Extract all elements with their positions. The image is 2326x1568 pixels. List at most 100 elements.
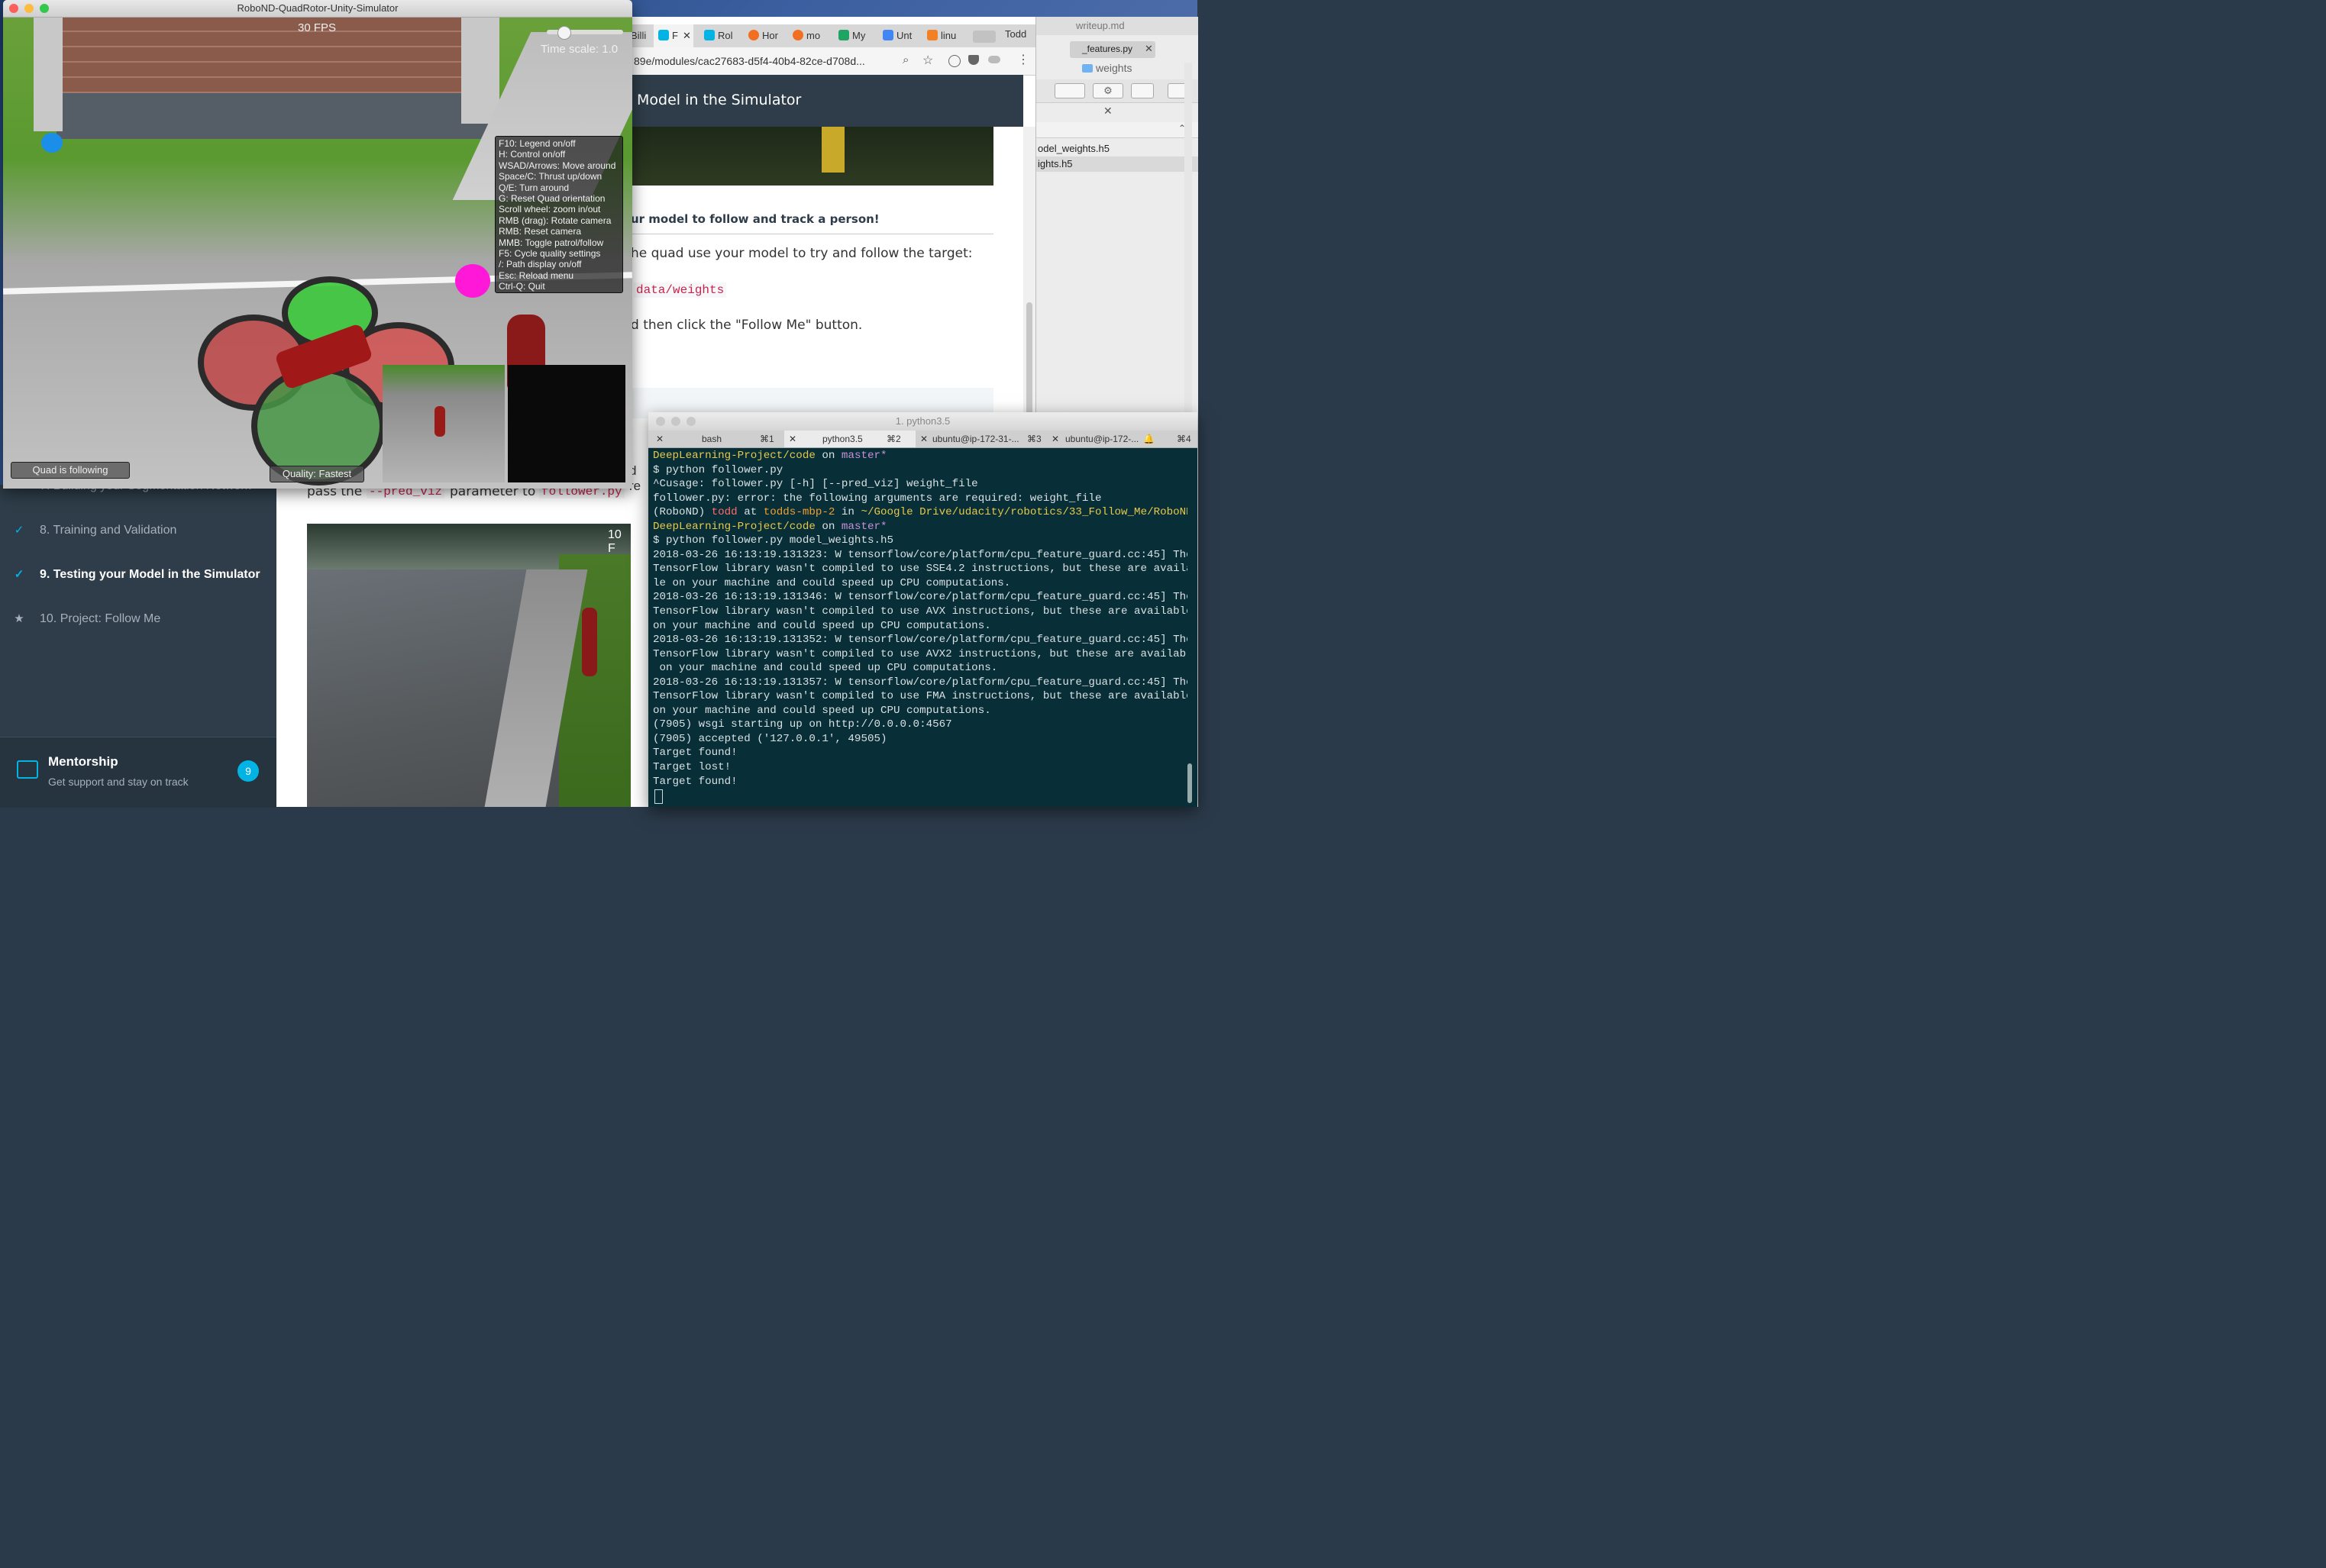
terminal-line: TensorFlow library wasn't compiled to us…	[653, 562, 1187, 576]
sidebar-item[interactable]: ★ 10. Project: Follow Me	[0, 604, 276, 634]
time-scale-slider[interactable]	[547, 26, 623, 40]
lesson-content-lower: pass the --pred_viz parameter to followe…	[276, 463, 641, 807]
terminal-tab[interactable]: ✕ ubuntu@ip-172-31-... ⌘3	[916, 431, 1047, 447]
browser-tab[interactable]: linu	[922, 24, 965, 47]
new-tab-button[interactable]	[973, 31, 996, 43]
tab-shortcut: ⌘1	[760, 434, 774, 444]
terminal-line: DeepLearning-Project/code on master*	[653, 520, 1187, 534]
finder-tab[interactable]: _features.py ✕	[1070, 41, 1155, 58]
legend-line: /: Path display on/off	[499, 259, 582, 270]
terminal-tab[interactable]: ✕ ubuntu@ip-172-... 🔔 ⌘4	[1047, 431, 1197, 447]
terminal-tab-active[interactable]: ✕ python3.5 ⌘2	[784, 431, 916, 447]
browser-tab-active[interactable]: F ✕	[654, 24, 693, 47]
tab-label: Unt	[896, 30, 913, 41]
sidebar-item-label: 8. Training and Validation	[40, 524, 177, 537]
image-fps-label: 10 F	[608, 528, 622, 555]
pocket-icon[interactable]	[968, 55, 979, 65]
simulator-viewport[interactable]: 30 FPS Time scale: 1.0 F10: Legend on/of…	[3, 17, 632, 489]
mentorship-panel[interactable]: Mentorship Get support and stay on track…	[0, 737, 276, 808]
browser-tab[interactable]: My	[834, 24, 877, 47]
mentorship-title: Mentorship	[48, 754, 118, 769]
drive-icon	[838, 30, 849, 40]
share-icon[interactable]	[1131, 83, 1154, 98]
legend-line: H: Control on/off	[499, 149, 566, 160]
segmentation-feed	[508, 365, 625, 482]
terminal-line: TensorFlow library wasn't compiled to us…	[653, 605, 1187, 619]
terminal-text: 2018-03-26 16:13:19.131323: W tensorflow…	[653, 548, 1187, 561]
chat-icon	[17, 760, 38, 779]
lesson-header: Model in the Simulator	[631, 75, 1023, 127]
terminal-text: in	[835, 506, 861, 519]
profile-button[interactable]: Todd	[1005, 28, 1026, 40]
terminal-line: TensorFlow library wasn't compiled to us…	[653, 647, 1187, 662]
terminal-text: at	[737, 506, 764, 519]
tab-label: mo	[806, 30, 821, 41]
tab-label: My	[852, 30, 866, 41]
legend-line: Q/E: Turn around	[499, 182, 570, 193]
terminal-text: on	[815, 520, 842, 533]
window-title: RoboND-QuadRotor-Unity-Simulator	[237, 2, 399, 14]
zoom-icon[interactable]: ⌕	[903, 53, 909, 66]
browser-tab[interactable]: Unt	[878, 24, 921, 47]
tab-label: ubuntu@ip-172-...	[1065, 434, 1139, 444]
terminal-line: on your machine and could speed up CPU c…	[653, 704, 1187, 718]
address-field[interactable]: 89e/modules/cac27683-d5f4-40b4-82ce-d708…	[634, 55, 865, 67]
cloud-icon[interactable]	[988, 56, 1000, 63]
quad-status-button[interactable]: Quad is following	[11, 462, 130, 479]
terminal-line: (RoboND) todd at todds-mbp-2 in ~/Google…	[653, 505, 1187, 520]
view-options-button[interactable]	[1055, 83, 1085, 98]
legend-line: RMB: Reset camera	[499, 226, 582, 237]
image-person	[582, 608, 597, 676]
terminal-text: $ python follower.py model_weights.h5	[653, 534, 894, 547]
terminal-text: Target found!	[653, 747, 738, 760]
terminal-text: Target found!	[653, 775, 738, 788]
tab-label: Rol	[718, 30, 733, 41]
doc-label: writeup.md	[1076, 20, 1125, 31]
udacity-icon	[658, 30, 669, 40]
scrollbar-thumb[interactable]	[1187, 763, 1192, 803]
close-icon[interactable]: ✕	[789, 431, 796, 447]
close-icon[interactable]: ✕	[1103, 105, 1113, 118]
close-icon[interactable]: ✕	[683, 30, 691, 41]
tab-bar: Billi F ✕ Rol Hor mo My Unt linu Todd	[631, 24, 1035, 47]
close-icon[interactable]: ✕	[656, 431, 664, 447]
tab-label: Hor	[762, 30, 778, 41]
code-path: data/weights	[634, 282, 727, 298]
sidebar-item[interactable]: ✓ 8. Training and Validation	[0, 515, 276, 546]
file-row[interactable]: ights.h5	[1036, 156, 1198, 172]
tab-label: ubuntu@ip-172-31-...	[932, 434, 1019, 444]
lesson-sidebar: ✓7. Building your Segmentation Network ✓…	[0, 479, 276, 808]
file-row[interactable]: odel_weights.h5	[1036, 141, 1198, 156]
browser-tab[interactable]: Hor	[744, 24, 787, 47]
info-icon[interactable]	[948, 55, 961, 67]
finder-toolbar: ⚙	[1036, 79, 1198, 103]
browser-tab[interactable]: Rol	[699, 24, 739, 47]
star-icon[interactable]: ☆	[922, 53, 933, 68]
star-icon: ★	[14, 612, 24, 625]
terminal-tab[interactable]: ✕ bash ⌘1	[648, 431, 784, 447]
close-icon[interactable]: ✕	[1145, 43, 1153, 55]
folder-icon	[1082, 64, 1093, 73]
legend-line: MMB: Toggle patrol/follow	[499, 237, 604, 248]
close-icon[interactable]: ✕	[920, 431, 928, 447]
terminal-text: on	[815, 450, 842, 462]
sidebar-item-active[interactable]: ✓ 9. Testing your Model in the Simulator	[0, 560, 276, 590]
terminal-line: 2018-03-26 16:13:19.131346: W tensorflow…	[653, 590, 1187, 605]
browser-tab[interactable]: mo	[788, 24, 831, 47]
terminal-text: (7905) wsgi starting up on http://0.0.0.…	[653, 718, 952, 731]
simulator-window: 30 FPS Time scale: 1.0 F10: Legend on/of…	[3, 0, 632, 489]
terminal-line: on your machine and could speed up CPU c…	[653, 619, 1187, 634]
legend-line: Scroll wheel: zoom in/out	[499, 204, 601, 215]
gear-icon[interactable]: ⚙	[1093, 83, 1123, 98]
quality-button[interactable]: Quality: Fastest	[270, 466, 364, 482]
close-icon[interactable]: ✕	[1052, 431, 1059, 447]
tab-shortcut: ⌘4	[1177, 434, 1191, 444]
terminal-line: 2018-03-26 16:13:19.131352: W tensorflow…	[653, 633, 1187, 647]
url-bar: 89e/modules/cac27683-d5f4-40b4-82ce-d708…	[631, 47, 1035, 76]
terminal-output[interactable]: DeepLearning-Project/code on master* $ py…	[653, 449, 1187, 805]
terminal-window: 1. python3.5 ✕ bash ⌘1 ✕ python3.5 ⌘2 ✕ ubunt…	[648, 412, 1197, 807]
slider-handle[interactable]	[557, 26, 571, 40]
menu-icon[interactable]: ⋮	[1017, 52, 1029, 67]
terminal-line: follower.py: error: the following argume…	[653, 492, 1187, 506]
sidebar-item-label: 10. Project: Follow Me	[40, 612, 161, 625]
